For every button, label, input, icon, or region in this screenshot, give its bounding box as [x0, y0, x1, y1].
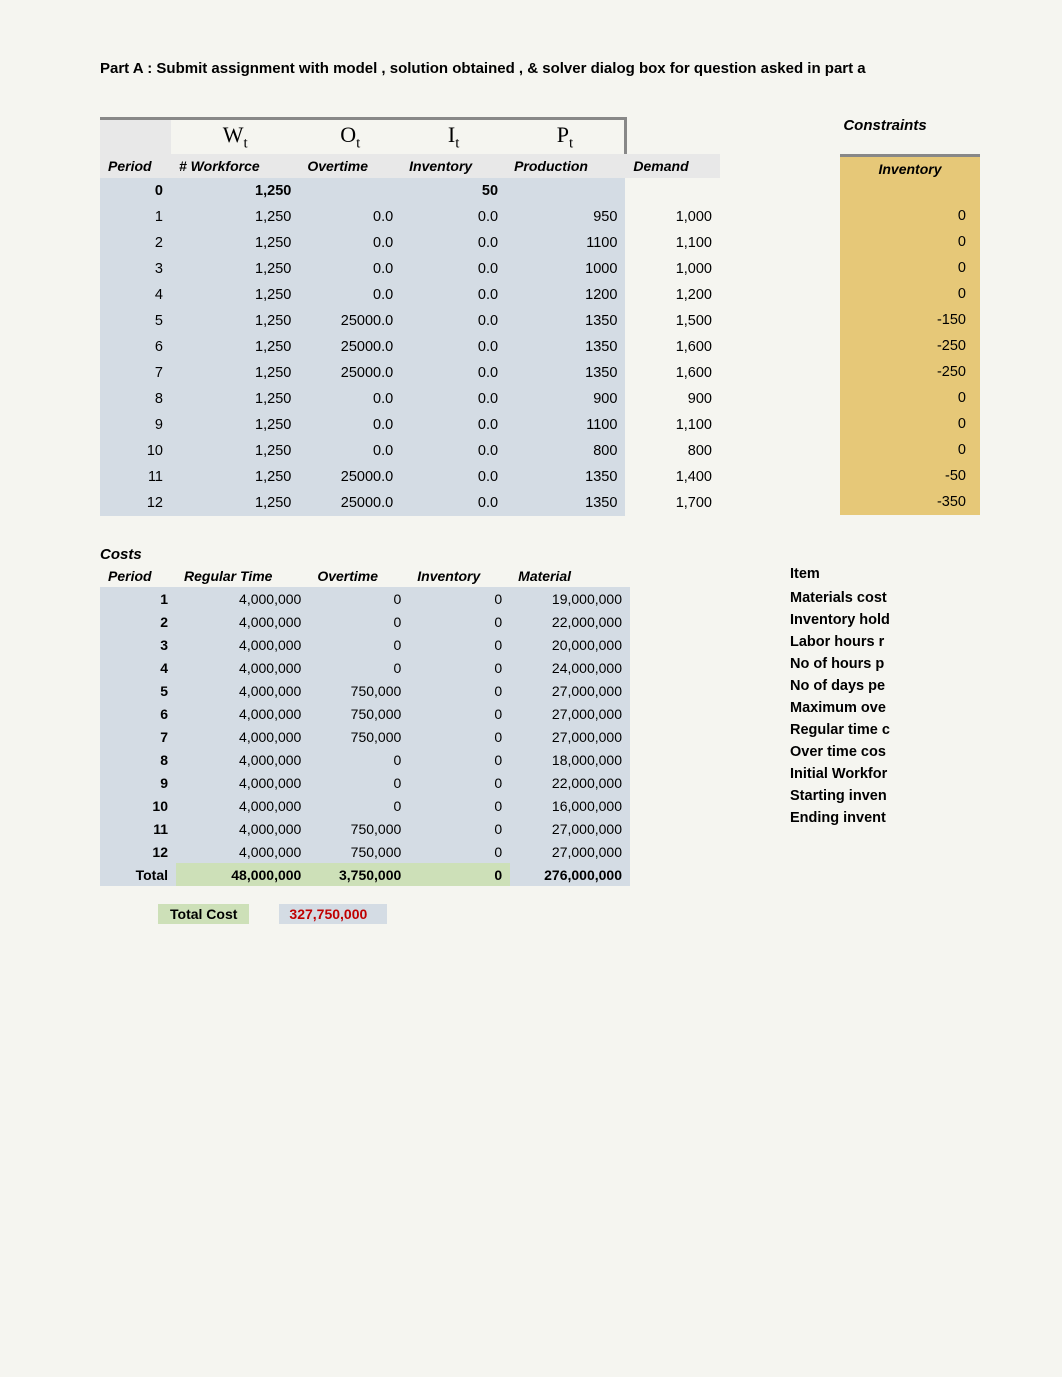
col-production: Production [506, 154, 625, 178]
table-row: 114,000,000750,000027,000,000 [100, 817, 630, 840]
list-item: Labor hours r [790, 631, 980, 653]
total-cost-value: 327,750,000 [279, 904, 387, 924]
table-row: 61,25025000.00.013501,600 [100, 334, 720, 360]
table-row: 101,2500.00.0800800 [100, 438, 720, 464]
table-row: 104,000,0000016,000,000 [100, 794, 630, 817]
cost-total-row: Total 48,000,000 3,750,000 0 276,000,000 [100, 863, 630, 886]
table-row: -50 [840, 463, 980, 489]
table-row: 0 [840, 437, 980, 463]
ccol-overtime: Overtime [309, 565, 409, 587]
ccol-inventory: Inventory [409, 565, 510, 587]
total-cost-label: Total Cost [158, 904, 249, 924]
list-item: Inventory hold [790, 609, 980, 631]
table-row: 34,000,0000020,000,000 [100, 633, 630, 656]
table-row: 0 [840, 281, 980, 307]
table-row: 111,25025000.00.013501,400 [100, 464, 720, 490]
list-item: Over time cos [790, 741, 980, 763]
items-header: Item [790, 563, 980, 585]
table-row: 0 [840, 411, 980, 437]
table-row: 31,2500.00.010001,000 [100, 256, 720, 282]
col-overtime: Overtime [299, 154, 401, 178]
var-p: Pt [506, 119, 625, 155]
ccol-material: Material [510, 565, 630, 587]
inventory-header: Inventory [840, 156, 980, 182]
list-item: Regular time c [790, 719, 980, 741]
var-i: It [401, 119, 506, 155]
table-row: 94,000,0000022,000,000 [100, 771, 630, 794]
table-row: 54,000,000750,000027,000,000 [100, 679, 630, 702]
table-row: 71,25025000.00.013501,600 [100, 360, 720, 386]
col-period: Period [100, 154, 171, 178]
table-row: 0 [840, 203, 980, 229]
list-item: No of hours p [790, 653, 980, 675]
list-item: Maximum ove [790, 697, 980, 719]
table-row: 0 [840, 229, 980, 255]
ccol-regular: Regular Time [176, 565, 309, 587]
table-row: 51,25025000.00.013501,500 [100, 308, 720, 334]
col-demand: Demand [625, 154, 720, 178]
col-workforce: # Workforce [171, 154, 299, 178]
list-item: Materials cost [790, 587, 980, 609]
list-item: Starting inven [790, 785, 980, 807]
table-row: 124,000,000750,000027,000,000 [100, 840, 630, 863]
table-row: 24,000,0000022,000,000 [100, 610, 630, 633]
table-row: 0 1,250 50 [100, 178, 720, 204]
table-row: 84,000,0000018,000,000 [100, 748, 630, 771]
table-row: 0 [840, 385, 980, 411]
table-row: -150 [840, 307, 980, 333]
ccol-period: Period [100, 565, 176, 587]
col-inventory: Inventory [401, 154, 506, 178]
list-item: Ending invent [790, 807, 980, 829]
table-row: 64,000,000750,000027,000,000 [100, 702, 630, 725]
table-row: -250 [840, 333, 980, 359]
costs-table: Period Regular Time Overtime Inventory M… [100, 565, 630, 886]
var-o: Ot [299, 119, 401, 155]
table-row: 91,2500.00.011001,100 [100, 412, 720, 438]
table-row: -350 [840, 489, 980, 515]
table-row: 74,000,000750,000027,000,000 [100, 725, 630, 748]
table-row: 14,000,0000019,000,000 [100, 587, 630, 610]
production-table: Wt Ot It Pt Period # Workforce Overtime … [100, 117, 720, 516]
constraints-title: Constraints [790, 117, 980, 134]
items-list: Item Materials costInventory holdLabor h… [790, 563, 980, 829]
var-w: Wt [171, 119, 299, 155]
list-item: Initial Workfor [790, 763, 980, 785]
constraints-table: Inventory 0000-150-250-250000-50-350 [840, 154, 980, 515]
table-row: 21,2500.00.011001,100 [100, 230, 720, 256]
table-row: 121,25025000.00.013501,700 [100, 490, 720, 516]
table-row: 41,2500.00.012001,200 [100, 282, 720, 308]
table-row: 0 [840, 255, 980, 281]
costs-title: Costs [100, 546, 720, 563]
page-title: Part A : Submit assignment with model , … [100, 60, 1062, 77]
table-row: 44,000,0000024,000,000 [100, 656, 630, 679]
table-row: 81,2500.00.0900900 [100, 386, 720, 412]
table-row: 11,2500.00.09501,000 [100, 204, 720, 230]
list-item: No of days pe [790, 675, 980, 697]
table-row: -250 [840, 359, 980, 385]
